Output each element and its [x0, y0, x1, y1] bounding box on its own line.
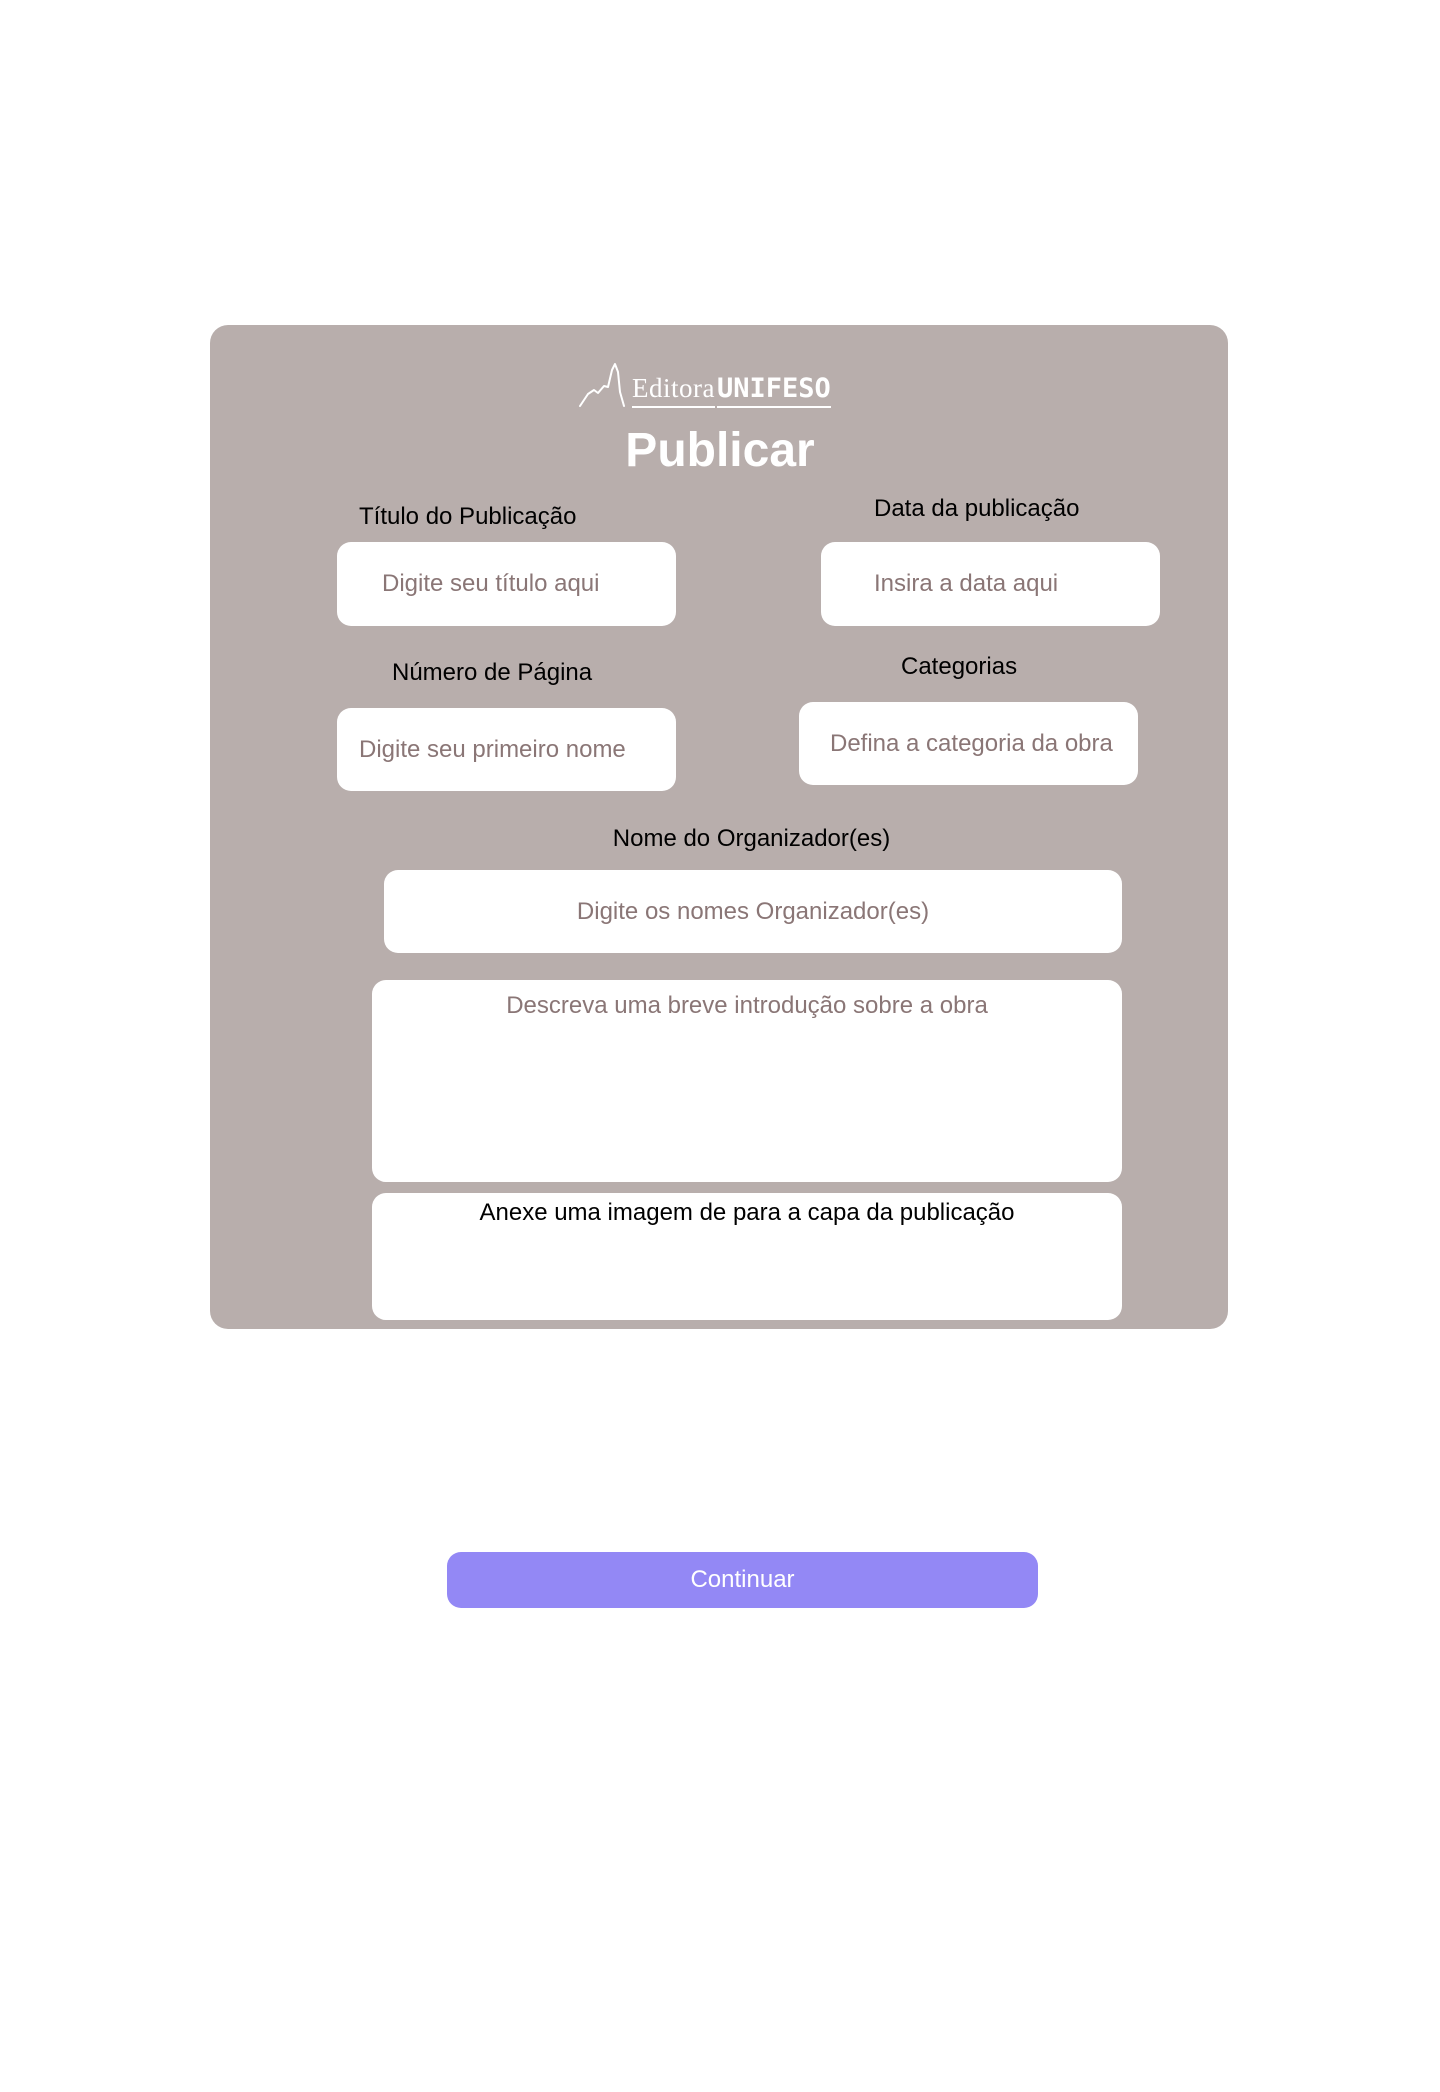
- organizer-label: Nome do Organizador(es): [612, 825, 891, 852]
- brand-logo: Editora UNIFESO: [578, 358, 831, 408]
- brand-name-light: Editora: [632, 375, 715, 408]
- mountain-icon: [579, 363, 625, 407]
- page-count-label: Número de Página: [392, 659, 593, 686]
- page-title: Publicar: [625, 424, 815, 477]
- title-label: Título do Publicação: [359, 503, 577, 530]
- introduction-textarea[interactable]: [372, 980, 1122, 1182]
- brand-name-bold: UNIFESO: [716, 375, 831, 408]
- date-input[interactable]: [821, 542, 1160, 626]
- categories-label: Categorias: [901, 653, 1018, 680]
- organizer-input[interactable]: [384, 870, 1122, 953]
- cover-image-upload[interactable]: Anexe uma imagem de para a capa da publi…: [372, 1193, 1122, 1320]
- cover-upload-label: Anexe uma imagem de para a capa da publi…: [479, 1199, 1015, 1226]
- title-input[interactable]: [337, 542, 676, 626]
- continue-button[interactable]: Continuar: [447, 1552, 1038, 1608]
- page-count-input[interactable]: [337, 708, 676, 791]
- category-input[interactable]: [799, 702, 1138, 785]
- date-label: Data da publicação: [874, 495, 1080, 522]
